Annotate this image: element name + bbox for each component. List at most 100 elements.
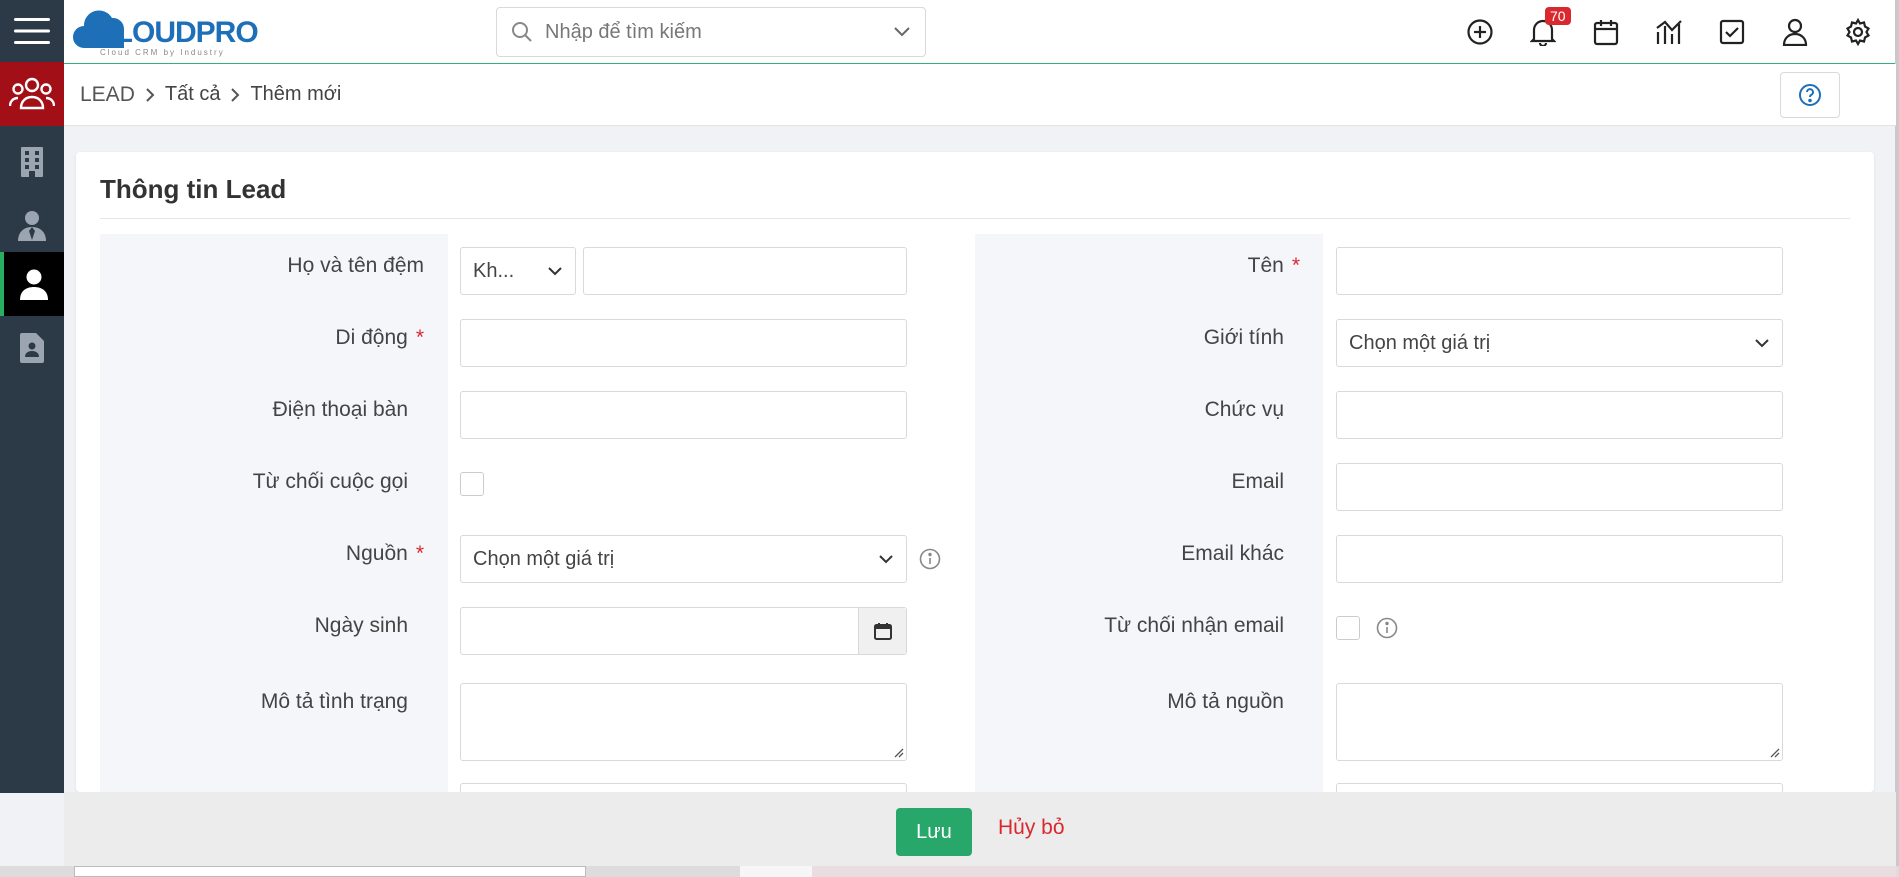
gender-label: Giới tính (1203, 326, 1284, 349)
chevron-down-icon (548, 267, 562, 276)
salutation-value: Kh... (473, 259, 515, 282)
reports-button[interactable] (1651, 14, 1687, 50)
taskbar-item[interactable] (812, 866, 1896, 877)
menu-button[interactable] (0, 0, 64, 62)
logo-tagline: Cloud CRM by Industry (100, 48, 225, 57)
email-field[interactable] (1336, 463, 1783, 511)
middle-name-field[interactable] (583, 247, 907, 295)
email-label: Email (1231, 470, 1284, 493)
chevron-down-icon (1755, 339, 1769, 348)
calendar-button[interactable] (1588, 14, 1624, 50)
chevron-right-icon (145, 87, 155, 103)
reject-call-label: Từ chối cuộc gọi (252, 470, 408, 493)
mobile-field[interactable] (460, 319, 907, 367)
breadcrumb-all[interactable]: Tất cả (165, 83, 221, 106)
help-button[interactable] (1780, 72, 1840, 118)
search-box[interactable] (496, 7, 926, 57)
info-icon[interactable] (1376, 617, 1398, 639)
leads-group-icon (9, 77, 55, 110)
save-button[interactable]: Lưu (896, 808, 972, 856)
search-input[interactable] (545, 20, 893, 44)
logo-text: CLOUDPRO (94, 16, 258, 49)
reject-call-checkbox[interactable] (460, 472, 484, 496)
middle-name-label: Họ và tên đệm (287, 254, 424, 277)
sidebar-item-contacts[interactable] (0, 193, 64, 257)
phone-input[interactable] (461, 392, 906, 438)
form-title: Thông tin Lead (100, 174, 287, 204)
email-other-label: Email khác (1181, 542, 1284, 565)
source-desc-label: Mô tả nguồn (1167, 690, 1284, 713)
cloudpro-logo: CLOUDPRO Cloud CRM by Industry (73, 10, 259, 57)
chevron-right-icon (230, 87, 240, 103)
sidebar-item-person[interactable] (0, 252, 64, 316)
email-input[interactable] (1337, 464, 1782, 510)
user-icon (1782, 18, 1808, 46)
next-right-field-partial[interactable] (1336, 783, 1783, 792)
info-icon[interactable] (919, 548, 941, 570)
divider (100, 218, 1850, 219)
logo[interactable]: CLOUDPRO Cloud CRM by Industry (70, 4, 300, 58)
page-scrollbar[interactable] (1895, 0, 1899, 877)
tasks-button[interactable] (1714, 14, 1750, 50)
phone-label: Điện thoại bàn (272, 398, 408, 421)
chevron-down-icon (879, 555, 893, 564)
salutation-select[interactable]: Kh... (460, 247, 576, 295)
sidebar-item-documents[interactable] (0, 316, 64, 380)
taskbar-item[interactable] (74, 866, 586, 877)
status-desc-textarea[interactable] (460, 683, 907, 761)
contact-icon (18, 211, 46, 241)
source-desc-textarea[interactable] (1336, 683, 1783, 761)
sidebar-item-leads[interactable] (0, 62, 64, 126)
birthday-label: Ngày sinh (314, 614, 408, 637)
email-other-input[interactable] (1337, 536, 1782, 582)
chevron-down-icon[interactable] (893, 26, 911, 38)
quick-create-button[interactable] (1462, 14, 1498, 50)
mobile-label-text: Di động (335, 326, 408, 349)
notification-badge: 70 (1545, 7, 1571, 25)
taskbar-item[interactable] (740, 866, 812, 877)
task-icon (1719, 19, 1745, 45)
status-desc-label: Mô tả tình trạng (260, 690, 408, 713)
date-picker-button[interactable] (858, 608, 906, 654)
settings-button[interactable] (1840, 14, 1876, 50)
breadcrumb-module[interactable]: LEAD (80, 83, 135, 107)
gender-select[interactable]: Chọn một giá trị (1336, 319, 1783, 367)
form-footer: Lưu Hủy bỏ (64, 792, 1896, 866)
sidebar (0, 0, 64, 793)
breadcrumb: LEAD Tất cả Thêm mới (64, 64, 1896, 126)
top-bar: CLOUDPRO Cloud CRM by Industry 70 (64, 0, 1896, 64)
required-mark: * (415, 542, 424, 565)
sidebar-item-organizations[interactable] (0, 130, 64, 194)
cancel-button[interactable]: Hủy bỏ (998, 816, 1065, 840)
position-field[interactable] (1336, 391, 1783, 439)
search-icon (512, 22, 532, 42)
gear-icon (1845, 18, 1871, 46)
position-input[interactable] (1337, 392, 1782, 438)
mobile-label: Di động * (335, 324, 424, 352)
next-field-partial[interactable] (460, 783, 907, 792)
required-mark: * (415, 326, 424, 349)
resize-handle-icon[interactable] (1768, 746, 1780, 758)
source-label-text: Nguồn (345, 542, 408, 565)
resize-handle-icon[interactable] (892, 746, 904, 758)
person-icon (20, 269, 48, 300)
gender-value: Chọn một giá trị (1349, 331, 1491, 354)
birthday-input[interactable] (461, 608, 856, 654)
calendar-icon (873, 623, 892, 640)
help-icon (1799, 84, 1821, 106)
position-label: Chức vụ (1204, 398, 1284, 421)
reject-email-checkbox[interactable] (1336, 616, 1360, 640)
name-input[interactable] (1337, 248, 1782, 294)
menu-icon (14, 18, 50, 44)
notifications-button[interactable]: 70 (1525, 7, 1571, 50)
mobile-input[interactable] (461, 320, 906, 366)
phone-field[interactable] (460, 391, 907, 439)
source-select[interactable]: Chọn một giá trị (460, 535, 907, 583)
calendar-icon (1593, 20, 1619, 46)
middle-name-input[interactable] (584, 248, 906, 294)
profile-button[interactable] (1777, 14, 1813, 50)
email-other-field[interactable] (1336, 535, 1783, 583)
top-icons: 70 (1462, 7, 1876, 50)
name-field[interactable] (1336, 247, 1783, 295)
birthday-field[interactable] (460, 607, 907, 655)
